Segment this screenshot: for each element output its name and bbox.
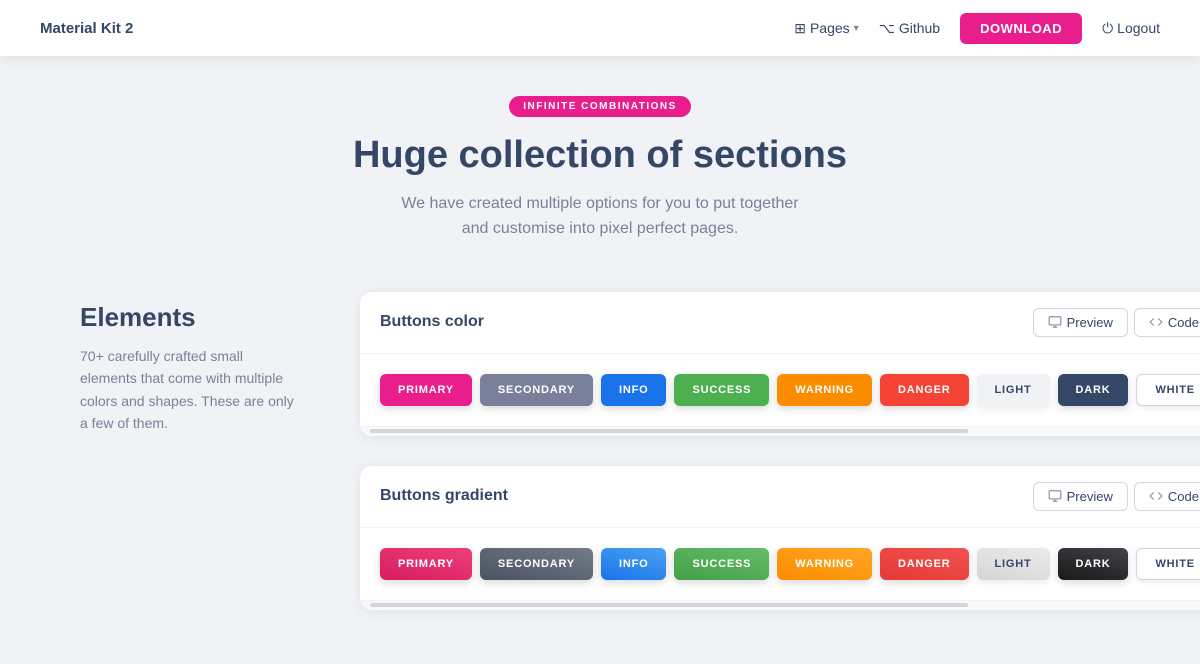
code-icon-gradient: [1149, 489, 1163, 503]
preview-label-gradient: Preview: [1067, 489, 1113, 504]
btn-info-gradient[interactable]: INFO: [601, 548, 666, 580]
btn-info[interactable]: INFO: [601, 374, 666, 406]
github-label: Github: [899, 20, 940, 36]
btn-primary-gradient[interactable]: PRIMARY: [380, 548, 472, 580]
navbar-right: ⊞ Pages ▾ ⌥ Github DOWNLOAD ⏻ Logout: [794, 13, 1160, 44]
chevron-down-icon: ▾: [854, 23, 859, 34]
logout-icon: ⏻: [1102, 20, 1113, 37]
buttons-gradient-actions: Preview Code: [1033, 482, 1200, 511]
logout-nav-item[interactable]: ⏻ Logout: [1102, 20, 1160, 37]
btn-secondary-gradient[interactable]: SECONDARY: [480, 548, 593, 580]
buttons-color-card: Buttons color Preview Code PRIMARY SECON…: [360, 292, 1200, 436]
code-button-gradient[interactable]: Code: [1134, 482, 1200, 511]
btn-light-gradient[interactable]: LIGHT: [977, 548, 1050, 580]
scrollbar-inner-gradient: [370, 603, 968, 607]
buttons-gradient-header: Buttons gradient Preview Code: [360, 466, 1200, 528]
hero-title: Huge collection of sections: [20, 133, 1180, 179]
sidebar-desc: 70+ carefully crafted small elements tha…: [80, 345, 300, 435]
preview-button-gradient[interactable]: Preview: [1033, 482, 1128, 511]
code-label-color: Code: [1168, 315, 1199, 330]
buttons-color-actions: Preview Code: [1033, 308, 1200, 337]
btn-white[interactable]: WHITE: [1136, 374, 1200, 406]
btn-dark-gradient[interactable]: DARK: [1058, 548, 1129, 580]
buttons-color-title: Buttons color: [380, 313, 484, 331]
cards-area: Buttons color Preview Code PRIMARY SECON…: [360, 292, 1200, 610]
btn-primary[interactable]: PRIMARY: [380, 374, 472, 406]
sidebar-title: Elements: [80, 302, 300, 333]
scrollbar-inner-color: [370, 429, 968, 433]
monitor-icon: [1048, 315, 1062, 329]
logout-label: Logout: [1117, 20, 1160, 36]
scroll-hint-gradient: [360, 600, 1200, 610]
code-button-color[interactable]: Code: [1134, 308, 1200, 337]
download-button[interactable]: DOWNLOAD: [960, 13, 1082, 44]
navbar-brand: Material Kit 2: [40, 20, 133, 37]
buttons-color-row: PRIMARY SECONDARY INFO SUCCESS WARNING D…: [360, 354, 1200, 426]
hero-subtitle: We have created multiple options for you…: [390, 191, 810, 242]
preview-label-color: Preview: [1067, 315, 1113, 330]
btn-warning-gradient[interactable]: WARNING: [777, 548, 872, 580]
pages-label: Pages: [810, 20, 850, 36]
navbar: Material Kit 2 ⊞ Pages ▾ ⌥ Github DOWNLO…: [0, 0, 1200, 56]
hero-section: INFINITE COMBINATIONS Huge collection of…: [0, 56, 1200, 272]
buttons-gradient-title: Buttons gradient: [380, 487, 508, 505]
pages-nav-item[interactable]: ⊞ Pages ▾: [794, 20, 858, 37]
btn-secondary[interactable]: SECONDARY: [480, 374, 593, 406]
btn-danger[interactable]: DANGER: [880, 374, 968, 406]
hero-badge: INFINITE COMBINATIONS: [509, 96, 691, 117]
github-nav-item[interactable]: ⌥ Github: [879, 20, 940, 37]
btn-warning[interactable]: WARNING: [777, 374, 872, 406]
monitor-icon-gradient: [1048, 489, 1062, 503]
btn-dark[interactable]: DARK: [1058, 374, 1129, 406]
github-icon: ⌥: [879, 20, 895, 37]
btn-success[interactable]: SUCCESS: [674, 374, 769, 406]
grid-icon: ⊞: [794, 20, 806, 37]
sidebar: Elements 70+ carefully crafted small ele…: [80, 292, 300, 610]
scroll-hint-color: [360, 426, 1200, 436]
btn-danger-gradient[interactable]: DANGER: [880, 548, 968, 580]
code-label-gradient: Code: [1168, 489, 1199, 504]
preview-button-color[interactable]: Preview: [1033, 308, 1128, 337]
buttons-gradient-card: Buttons gradient Preview Code PRIMARY SE…: [360, 466, 1200, 610]
main-content: Elements 70+ carefully crafted small ele…: [0, 272, 1200, 630]
btn-light[interactable]: LIGHT: [977, 374, 1050, 406]
code-icon: [1149, 315, 1163, 329]
btn-white-gradient[interactable]: WHITE: [1136, 548, 1200, 580]
buttons-color-header: Buttons color Preview Code: [360, 292, 1200, 354]
buttons-gradient-row: PRIMARY SECONDARY INFO SUCCESS WARNING D…: [360, 528, 1200, 600]
btn-success-gradient[interactable]: SUCCESS: [674, 548, 769, 580]
